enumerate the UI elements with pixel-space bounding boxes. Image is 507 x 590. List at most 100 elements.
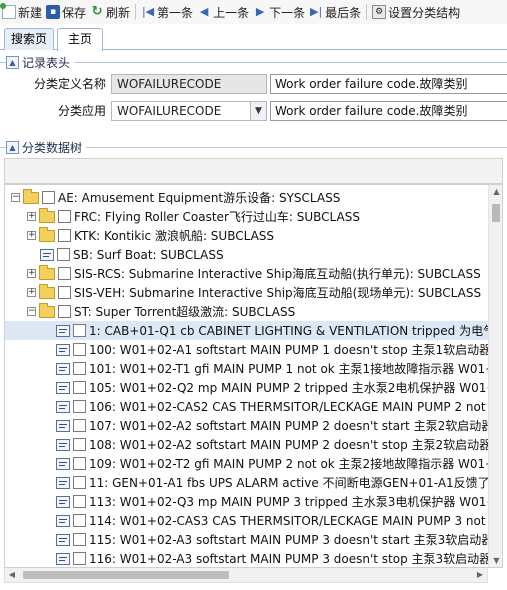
expand-icon[interactable]: +: [27, 269, 36, 278]
node-checkbox[interactable]: [58, 305, 71, 318]
node-checkbox[interactable]: [58, 286, 71, 299]
tree-node-label: 106: W01+02-CAS2 CAS THERMSITOR/LECKAGE …: [89, 400, 488, 414]
section-title: 分类数据树: [19, 138, 87, 156]
tree-node-label: SIS-RCS: Submarine Interactive Ship海底互动船…: [74, 267, 481, 281]
tree-section-header: ▲ 分类数据树: [0, 138, 507, 156]
node-checkbox[interactable]: [73, 495, 86, 508]
next-record-button[interactable]: ▶ 下一条: [251, 1, 307, 23]
toolbar-separator: [135, 4, 137, 20]
tree-node[interactable]: 115: W01+02-A3 softstart MAIN PUMP 3 doe…: [5, 530, 488, 549]
tab-home[interactable]: 主页: [57, 28, 103, 51]
tab-search[interactable]: 搜索页: [4, 28, 54, 50]
node-checkbox[interactable]: [73, 381, 86, 394]
settings-label: 设置分类结构: [388, 5, 461, 20]
tree-node-label: 11: GEN+01-A1 fbs UPS ALARM active 不间断电源…: [89, 476, 488, 490]
class-item-icon: [40, 248, 54, 261]
tree-node-label: ST: Super Torrent超级激流: SUBCLASS: [74, 305, 296, 319]
folder-icon: [39, 264, 55, 280]
previous-record-icon: ◀: [199, 5, 209, 18]
tree-node[interactable]: 1: CAB+01-Q1 cb CABINET LIGHTING & VENTI…: [5, 321, 488, 340]
settings-button[interactable]: ⚙ 设置分类结构: [370, 1, 462, 23]
class-item-icon: [56, 514, 70, 527]
save-button[interactable]: ▪ 保存: [44, 1, 88, 23]
previous-record-button[interactable]: ◀ 上一条: [195, 1, 251, 23]
node-checkbox[interactable]: [73, 552, 86, 565]
tree-node[interactable]: 113: W01+02-Q3 mp MAIN PUMP 3 tripped 主水…: [5, 492, 488, 511]
record-header-section: ▲ 记录表头: [0, 53, 507, 71]
node-checkbox[interactable]: [73, 400, 86, 413]
node-checkbox[interactable]: [58, 267, 71, 280]
expand-icon[interactable]: +: [27, 212, 36, 221]
node-checkbox[interactable]: [73, 457, 86, 470]
folder-icon: [39, 283, 55, 299]
tree-node-label: 108: W01+02-A2 softstart MAIN PUMP 2 doe…: [89, 438, 488, 452]
node-checkbox[interactable]: [73, 514, 86, 527]
node-checkbox[interactable]: [58, 210, 71, 223]
node-checkbox[interactable]: [57, 248, 70, 261]
class-item-icon: [56, 324, 70, 337]
new-button[interactable]: 新建: [0, 1, 44, 23]
usage-select[interactable]: WOFAILURECODE ▼: [111, 101, 267, 121]
class-item-icon: [56, 552, 70, 565]
refresh-icon: ↻: [91, 4, 103, 19]
tree-node[interactable]: 116: W01+02-A3 softstart MAIN PUMP 3 doe…: [5, 549, 488, 567]
tree-node[interactable]: + SIS-VEH: Submarine Interactive Ship海底互动…: [5, 283, 488, 302]
tree-node[interactable]: 109: W01+02-T2 gfi MAIN PUMP 2 not ok 主泵…: [5, 454, 488, 473]
tree-node[interactable]: 101: W01+02-T1 gfi MAIN PUMP 1 not ok 主泵…: [5, 359, 488, 378]
collapse-node-icon[interactable]: −: [27, 307, 36, 316]
tab-strip: 搜索页 主页: [0, 26, 507, 51]
tree-node[interactable]: + FRC: Flying Roller Coaster飞行过山车: SUBCLA…: [5, 207, 488, 226]
class-item-icon: [56, 419, 70, 432]
expand-icon[interactable]: +: [27, 288, 36, 297]
class-item-icon: [56, 476, 70, 489]
scroll-right-icon[interactable]: ▶: [473, 568, 487, 582]
horizontal-scrollbar[interactable]: ◀ ▶: [4, 568, 488, 583]
expand-icon[interactable]: +: [27, 231, 36, 240]
first-record-icon: |◀: [141, 5, 155, 18]
node-checkbox[interactable]: [73, 324, 86, 337]
collapse-icon[interactable]: ▲: [6, 140, 19, 154]
scroll-down-icon[interactable]: ▼: [489, 554, 502, 567]
tree-node[interactable]: 105: W01+02-Q2 mp MAIN PUMP 2 tripped 主水…: [5, 378, 488, 397]
node-checkbox[interactable]: [58, 229, 71, 242]
tree-node[interactable]: SB: Surf Boat: SUBCLASS: [5, 245, 488, 264]
classification-code-field[interactable]: WOFAILURECODE: [111, 74, 267, 94]
node-checkbox[interactable]: [73, 533, 86, 546]
scroll-left-icon[interactable]: ◀: [5, 568, 19, 582]
node-checkbox[interactable]: [73, 419, 86, 432]
node-checkbox[interactable]: [73, 438, 86, 451]
scrollbar-thumb[interactable]: [23, 571, 229, 579]
usage-select-value: WOFAILURECODE: [117, 104, 222, 118]
tree-node[interactable]: 108: W01+02-A2 softstart MAIN PUMP 2 doe…: [5, 435, 488, 454]
first-label: 第一条: [157, 5, 194, 20]
next-record-icon: ▶: [255, 5, 265, 18]
node-checkbox[interactable]: [73, 343, 86, 356]
refresh-label: 刷新: [106, 5, 131, 20]
last-record-button[interactable]: ▶| 最后条: [307, 1, 363, 23]
vertical-scrollbar[interactable]: ▲ ▼: [488, 185, 502, 567]
tree-node-label: 109: W01+02-T2 gfi MAIN PUMP 2 not ok 主泵…: [89, 457, 488, 471]
collapse-icon[interactable]: ▲: [6, 55, 19, 69]
tree-node[interactable]: 106: W01+02-CAS2 CAS THERMSITOR/LECKAGE …: [5, 397, 488, 416]
usage-description-field[interactable]: Work order failure code.故障类别: [270, 101, 507, 121]
tree-node[interactable]: 114: W01+02-CAS3 CAS THERMSITOR/LECKAGE …: [5, 511, 488, 530]
first-record-button[interactable]: |◀ 第一条: [139, 1, 195, 23]
tree-node[interactable]: + SIS-RCS: Submarine Interactive Ship海底互动…: [5, 264, 488, 283]
collapse-node-icon[interactable]: −: [11, 193, 20, 202]
tree-node[interactable]: 100: W01+02-A1 softstart MAIN PUMP 1 doe…: [5, 340, 488, 359]
refresh-button[interactable]: ↻ 刷新: [88, 1, 132, 23]
tree-node[interactable]: − ST: Super Torrent超级激流: SUBCLASS: [5, 302, 488, 321]
tree-node[interactable]: + KTK: Kontikic 激浪帆船: SUBCLASS: [5, 226, 488, 245]
tree-node[interactable]: 107: W01+02-A2 softstart MAIN PUMP 2 doe…: [5, 416, 488, 435]
scroll-up-icon[interactable]: ▲: [489, 185, 502, 199]
node-checkbox[interactable]: [73, 362, 86, 375]
scrollbar-thumb[interactable]: [492, 204, 500, 222]
class-item-icon: [56, 495, 70, 508]
node-checkbox[interactable]: [73, 476, 86, 489]
tree-node[interactable]: − AE: Amusement Equipment游乐设备: SYSCLASS: [5, 188, 488, 207]
node-checkbox[interactable]: [42, 191, 55, 204]
tree-node[interactable]: 11: GEN+01-A1 fbs UPS ALARM active 不间断电源…: [5, 473, 488, 492]
chevron-down-icon[interactable]: ▼: [250, 102, 266, 120]
tree-node-label: 105: W01+02-Q2 mp MAIN PUMP 2 tripped 主水…: [89, 381, 488, 395]
classification-description-field[interactable]: Work order failure code.故障类别: [270, 74, 507, 94]
